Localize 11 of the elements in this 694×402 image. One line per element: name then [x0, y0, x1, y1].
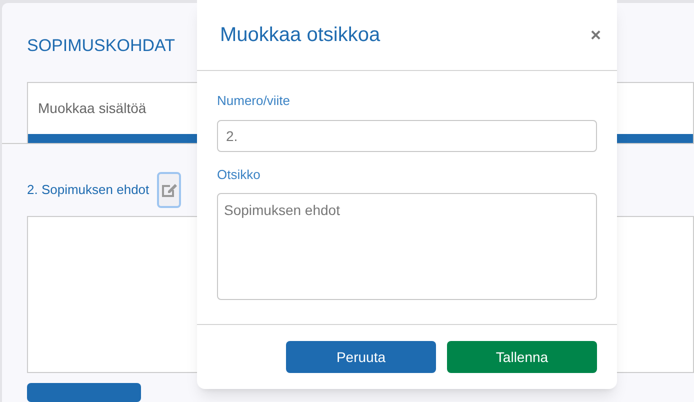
number-input[interactable]: 2.	[217, 120, 597, 152]
close-button[interactable]: ×	[586, 22, 605, 48]
field-label: Numero/viite	[217, 92, 291, 110]
section-heading: 2. Sopimuksen ehdot	[27, 181, 150, 199]
title-textarea[interactable]: Sopimuksen ehdot	[217, 193, 597, 300]
field-label: Otsikko	[217, 166, 262, 184]
cancel-button[interactable]: Peruuta	[286, 341, 436, 373]
page-title: SOPIMUSKOHDAT	[27, 35, 175, 57]
edit-button[interactable]	[157, 172, 182, 208]
save-button[interactable]: Tallenna	[447, 341, 597, 373]
dialog-title: Muokkaa otsikkoa	[220, 23, 380, 48]
